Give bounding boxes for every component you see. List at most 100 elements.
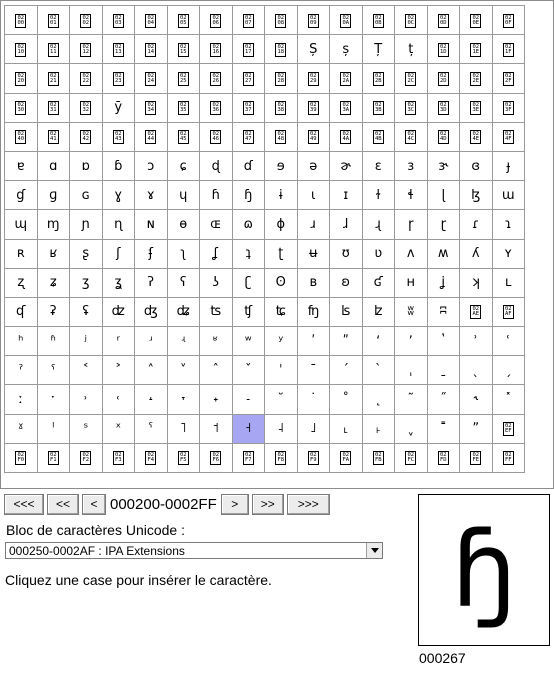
char-cell[interactable]: ɹ: [296, 209, 330, 240]
char-cell[interactable]: ˬ: [394, 413, 428, 444]
char-cell[interactable]: 02 3A: [329, 92, 363, 123]
char-cell[interactable]: ɨ: [264, 180, 298, 211]
char-cell[interactable]: ɢ: [69, 180, 103, 211]
char-cell[interactable]: ˇ: [231, 355, 265, 386]
char-cell[interactable]: 02 AF: [491, 296, 525, 328]
next-block-button[interactable]: >>: [251, 493, 284, 515]
char-cell[interactable]: ʚ: [329, 267, 363, 298]
char-cell[interactable]: ˓: [101, 384, 135, 415]
char-cell[interactable]: ɕ: [166, 150, 200, 182]
char-cell[interactable]: 02 14: [134, 34, 168, 65]
char-cell[interactable]: ɧ: [231, 180, 265, 211]
char-cell[interactable]: ʦ: [199, 296, 233, 328]
char-cell[interactable]: ʣ: [101, 296, 135, 328]
char-cell[interactable]: ː: [4, 384, 38, 415]
char-cell[interactable]: 02 3F: [491, 92, 525, 123]
char-cell[interactable]: ɽ: [426, 209, 460, 240]
char-cell[interactable]: ˃: [101, 355, 135, 386]
previous-page-button[interactable]: <: [82, 493, 106, 515]
char-cell[interactable]: ɼ: [394, 209, 428, 240]
char-cell[interactable]: ʤ: [134, 296, 168, 328]
char-cell[interactable]: ʏ: [491, 238, 525, 269]
char-cell[interactable]: ʘ: [264, 267, 298, 298]
char-cell[interactable]: ɟ: [491, 150, 525, 182]
char-cell[interactable]: 02 0C: [394, 4, 428, 36]
char-cell[interactable]: ˪: [329, 413, 363, 444]
char-cell[interactable]: 02 06: [199, 4, 233, 36]
char-cell[interactable]: ʀ: [4, 238, 38, 269]
char-cell[interactable]: ʊ: [329, 238, 363, 269]
char-cell[interactable]: ʗ: [231, 267, 265, 298]
char-cell[interactable]: ʧ: [231, 296, 265, 328]
char-cell[interactable]: 02 05: [166, 4, 200, 36]
char-cell[interactable]: ˒: [69, 384, 103, 415]
char-cell[interactable]: 02 2E: [459, 63, 493, 94]
char-cell[interactable]: 02 03: [101, 4, 135, 36]
char-cell[interactable]: ʜ: [394, 267, 428, 298]
char-cell[interactable]: ˊ: [329, 355, 363, 386]
previous-block-button[interactable]: <<: [47, 493, 79, 515]
char-cell[interactable]: ʈ: [264, 238, 298, 269]
char-cell[interactable]: 02 07: [231, 4, 265, 36]
char-cell[interactable]: 02 38: [264, 92, 298, 123]
char-cell[interactable]: ʱ: [36, 326, 70, 357]
char-cell[interactable]: 02 F6: [199, 442, 233, 474]
char-cell[interactable]: 02 F5: [166, 442, 200, 474]
char-cell[interactable]: ɐ: [4, 150, 38, 182]
char-cell[interactable]: 02 2B: [361, 63, 395, 94]
char-cell[interactable]: 02 1D: [426, 34, 460, 65]
char-cell[interactable]: ʅ: [166, 238, 200, 269]
char-cell[interactable]: ʳ: [101, 326, 135, 357]
char-cell[interactable]: ș: [329, 34, 363, 65]
char-cell[interactable]: ˡ: [36, 413, 70, 444]
char-cell[interactable]: ʠ: [4, 296, 38, 328]
char-cell[interactable]: ʺ: [329, 326, 363, 357]
char-cell[interactable]: 02 15: [166, 34, 200, 65]
chevron-down-icon[interactable]: [366, 543, 382, 558]
char-cell[interactable]: 02 48: [264, 121, 298, 152]
char-cell[interactable]: 02 3B: [361, 92, 395, 123]
char-cell[interactable]: ʎ: [459, 238, 493, 269]
char-cell[interactable]: ˥: [166, 413, 200, 444]
char-cell[interactable]: 02 40: [4, 121, 38, 152]
char-cell[interactable]: 02 F0: [4, 442, 38, 474]
char-cell[interactable]: 02 34: [134, 92, 168, 123]
char-cell[interactable]: 02 F3: [101, 442, 135, 474]
first-page-button[interactable]: <<<: [4, 493, 44, 515]
char-cell[interactable]: 02 32: [69, 92, 103, 123]
char-cell[interactable]: ˛: [361, 384, 395, 415]
char-cell[interactable]: ˀ: [4, 355, 38, 386]
char-cell[interactable]: 02 4C: [394, 121, 428, 152]
char-cell[interactable]: ɤ: [134, 180, 168, 211]
char-cell[interactable]: ʝ: [426, 267, 460, 298]
char-cell[interactable]: ʞ: [459, 267, 493, 298]
char-cell[interactable]: ɞ: [459, 150, 493, 182]
char-cell[interactable]: ˨: [264, 413, 298, 444]
char-cell[interactable]: ʭ: [426, 296, 460, 328]
char-cell[interactable]: 02 F4: [134, 442, 168, 474]
char-cell[interactable]: 02 20: [4, 63, 38, 94]
char-cell[interactable]: ˩: [296, 413, 330, 444]
char-cell[interactable]: 02 00: [4, 4, 38, 36]
char-cell[interactable]: 02 FA: [329, 442, 363, 474]
char-cell[interactable]: ʟ: [491, 267, 525, 298]
char-cell[interactable]: 02 45: [166, 121, 200, 152]
char-cell[interactable]: ˢ: [69, 413, 103, 444]
char-cell[interactable]: ʰ: [4, 326, 38, 357]
char-cell[interactable]: ʆ: [199, 238, 233, 269]
char-cell[interactable]: 02 F7: [231, 442, 265, 474]
char-cell[interactable]: ɳ: [101, 209, 135, 240]
char-cell[interactable]: 02 F1: [36, 442, 70, 474]
char-cell[interactable]: ˭: [426, 413, 460, 444]
char-cell[interactable]: ˦: [199, 413, 233, 444]
char-cell[interactable]: 02 17: [231, 34, 265, 65]
char-cell[interactable]: 02 18: [264, 34, 298, 65]
char-cell[interactable]: ˗: [231, 384, 265, 415]
char-cell[interactable]: 02 4E: [459, 121, 493, 152]
char-cell[interactable]: ɛ: [361, 150, 395, 182]
char-cell[interactable]: ɰ: [4, 209, 38, 240]
char-cell[interactable]: 02 29: [296, 63, 330, 94]
char-cell[interactable]: ʃ: [101, 238, 135, 269]
char-cell[interactable]: 02 28: [264, 63, 298, 94]
char-cell[interactable]: ɱ: [36, 209, 70, 240]
